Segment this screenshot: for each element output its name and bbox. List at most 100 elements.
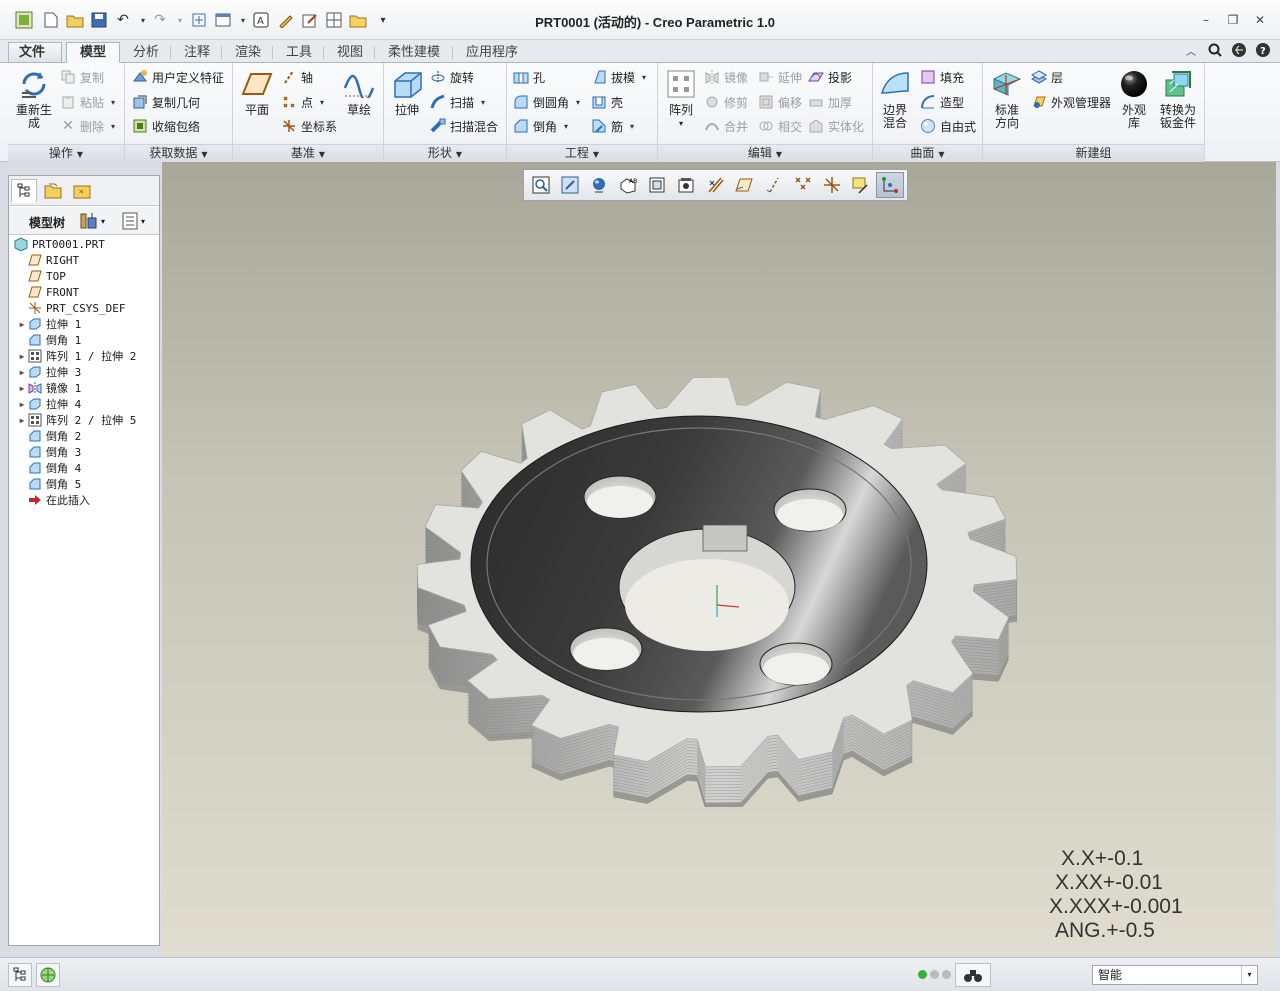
minimize-button[interactable]: – xyxy=(1197,12,1215,28)
layers-button[interactable]: 层 xyxy=(1031,67,1063,87)
regenerate-button[interactable]: 重新生 成 xyxy=(12,67,56,130)
tab-applications[interactable]: 应用程序 xyxy=(455,42,529,63)
boundary-blend-button[interactable]: 边界 混合 xyxy=(875,67,915,130)
expand-arrow-icon[interactable]: ▶ xyxy=(17,384,27,393)
tree-settings-button[interactable]: ▾ xyxy=(79,212,105,230)
group-operations-label[interactable]: 操作 ▼ xyxy=(8,144,124,162)
tab-folder-browser[interactable] xyxy=(40,179,66,203)
tree-node[interactable]: FRONT xyxy=(17,284,79,300)
point-dropdown-icon[interactable]: ▾ xyxy=(320,98,324,107)
chamfer-dropdown-icon[interactable]: ▾ xyxy=(564,122,568,131)
offset-button[interactable]: 偏移 xyxy=(758,92,802,112)
community-icon[interactable] xyxy=(1230,41,1248,59)
tree-node[interactable]: 倒角 1 xyxy=(17,332,81,348)
zoom-in-button[interactable] xyxy=(556,172,584,198)
display-style-button[interactable]: AB xyxy=(614,172,642,198)
tree-node[interactable]: 倒角 4 xyxy=(17,460,81,476)
hole-button[interactable]: 孔 xyxy=(513,67,545,87)
draft-button[interactable]: 拔模 ▾ xyxy=(591,67,646,87)
datum-tags-button[interactable] xyxy=(875,172,905,198)
help-icon[interactable]: ? xyxy=(1254,41,1272,59)
extend-button[interactable]: 延伸 xyxy=(758,67,802,87)
tab-model[interactable]: 模型 xyxy=(66,42,120,63)
expand-arrow-icon[interactable]: ▶ xyxy=(17,352,27,361)
merge-button[interactable]: 合并 xyxy=(704,116,748,136)
toggle-navigator-button[interactable] xyxy=(8,963,32,987)
draft-dropdown-icon[interactable]: ▾ xyxy=(642,73,646,82)
sweep-button[interactable]: 扫描 ▾ xyxy=(430,92,485,112)
group-surfaces-label[interactable]: 曲面 ▼ xyxy=(873,144,982,162)
restore-button[interactable]: ❐ xyxy=(1224,12,1242,28)
expand-arrow-icon[interactable]: ▶ xyxy=(17,320,27,329)
plane-display-button[interactable] xyxy=(701,172,729,198)
saved-views-button[interactable] xyxy=(643,172,671,198)
expand-arrow-icon[interactable]: ▶ xyxy=(17,368,27,377)
sprocket-model[interactable] xyxy=(397,337,1037,807)
round-dropdown-icon[interactable]: ▾ xyxy=(576,98,580,107)
tree-node[interactable]: ▶ 拉伸 4 xyxy=(17,396,82,412)
tree-node[interactable]: 倒角 3 xyxy=(17,444,81,460)
tree-node[interactable]: 倒角 2 xyxy=(17,428,81,444)
solidify-button[interactable]: 实体化 xyxy=(808,116,864,136)
annotation-display-button[interactable] xyxy=(818,172,846,198)
tree-node[interactable]: 在此插入 xyxy=(17,492,90,508)
plane-button[interactable]: 平面 xyxy=(237,67,277,117)
expand-arrow-icon[interactable]: ▶ xyxy=(17,400,27,409)
csys-display-button[interactable] xyxy=(789,172,817,198)
toggle-browser-button[interactable] xyxy=(36,963,60,987)
tab-annotate[interactable]: 注释 xyxy=(173,42,221,63)
revolve-button[interactable]: 旋转 xyxy=(430,67,474,87)
csys-button[interactable]: 坐标系 xyxy=(281,116,337,136)
delete-button[interactable]: ✕ 删除 ▾ xyxy=(60,116,115,136)
pattern-button[interactable]: 阵列 ▾ xyxy=(662,67,700,130)
delete-dropdown-icon[interactable]: ▾ xyxy=(111,122,115,131)
group-engineering-label[interactable]: 工程 ▼ xyxy=(507,144,657,162)
group-shapes-label[interactable]: 形状 ▼ xyxy=(384,144,506,162)
rib-button[interactable]: 筋 ▾ xyxy=(591,116,634,136)
trim-button[interactable]: 修剪 xyxy=(704,92,748,112)
chamfer-button[interactable]: 倒角 ▾ xyxy=(513,116,568,136)
spin-center-button[interactable] xyxy=(847,172,875,198)
expand-arrow-icon[interactable]: ▶ xyxy=(17,416,27,425)
group-datum-label[interactable]: 基准 ▼ xyxy=(233,144,383,162)
extrude-button[interactable]: 拉伸 xyxy=(388,67,426,117)
tree-node[interactable]: 倒角 5 xyxy=(17,476,81,492)
tree-show-button[interactable]: ▾ xyxy=(121,212,145,230)
tree-node[interactable]: RIGHT xyxy=(17,252,79,268)
project-button[interactable]: 投影 xyxy=(808,67,852,87)
paste-dropdown-icon[interactable]: ▾ xyxy=(111,98,115,107)
tree-node[interactable]: PRT_CSYS_DEF xyxy=(17,300,125,316)
point-display-button[interactable] xyxy=(760,172,788,198)
fill-button[interactable]: 填充 xyxy=(920,67,964,87)
sketch-button[interactable]: 草绘 xyxy=(338,67,380,117)
udf-button[interactable]: 用户定义特征 xyxy=(132,67,224,87)
tab-flexible-modeling[interactable]: 柔性建模 xyxy=(377,42,451,63)
mirror-button[interactable]: 镜像 xyxy=(704,67,748,87)
style-button[interactable]: 造型 xyxy=(920,92,964,112)
refit-button[interactable] xyxy=(527,172,555,198)
tree-node[interactable]: ▶ 拉伸 3 xyxy=(17,364,82,380)
minimize-ribbon-icon[interactable]: ︿ xyxy=(1182,41,1200,59)
appearance-manager-button[interactable]: 外观管理器 xyxy=(1031,92,1111,112)
thicken-button[interactable]: 加厚 xyxy=(808,92,852,112)
shrinkwrap-button[interactable]: 收缩包络 xyxy=(132,116,200,136)
freestyle-button[interactable]: 自由式 xyxy=(920,116,976,136)
search-icon[interactable] xyxy=(1206,41,1224,59)
copy-button[interactable]: 复制 xyxy=(60,67,104,87)
tab-render[interactable]: 渲染 xyxy=(224,42,272,63)
shell-button[interactable]: 壳 xyxy=(591,92,623,112)
tree-node[interactable]: TOP xyxy=(17,268,66,284)
pattern-dropdown-icon[interactable]: ▾ xyxy=(679,117,683,130)
tab-tools[interactable]: 工具 xyxy=(275,42,323,63)
tab-view[interactable]: 视图 xyxy=(326,42,374,63)
view-manager-button[interactable] xyxy=(672,172,700,198)
group-editing-label[interactable]: 编辑 ▼ xyxy=(658,144,872,162)
convert-to-sheetmetal-button[interactable]: 转换为 钣金件 xyxy=(1155,67,1201,130)
tree-node[interactable]: ▶ 阵列 1 / 拉伸 2 xyxy=(17,348,136,364)
paste-button[interactable]: 粘贴 ▾ xyxy=(60,92,115,112)
tree-node[interactable]: ▶ 阵列 2 / 拉伸 5 xyxy=(17,412,136,428)
group-get-data-label[interactable]: 获取数据 ▼ xyxy=(125,144,232,162)
tab-favorites[interactable]: * xyxy=(69,179,95,203)
round-button[interactable]: 倒圆角 ▾ xyxy=(513,92,580,112)
intersect-button[interactable]: 相交 xyxy=(758,116,802,136)
